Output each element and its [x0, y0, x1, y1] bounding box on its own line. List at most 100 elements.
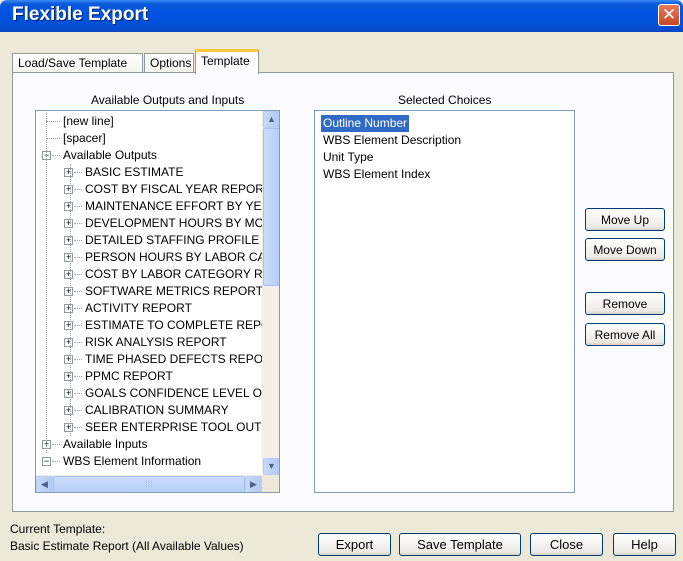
tree-connector — [74, 359, 82, 360]
tree-vertical-scrollbar[interactable]: ▲ ▼ — [262, 111, 279, 475]
tree-item-label: BASIC ESTIMATE — [85, 165, 184, 179]
tree-connector — [74, 376, 82, 377]
window-title: Flexible Export — [12, 4, 149, 25]
tree-connector — [46, 138, 60, 139]
list-item[interactable]: WBS Element Description — [321, 132, 463, 149]
list-item[interactable]: WBS Element Index — [321, 166, 432, 183]
expand-icon[interactable]: + — [64, 355, 73, 364]
available-heading: Available Outputs and Inputs — [91, 93, 245, 107]
save-template-button[interactable]: Save Template — [399, 533, 521, 556]
export-button[interactable]: Export — [318, 533, 391, 556]
help-button[interactable]: Help — [613, 533, 676, 556]
scroll-left-icon[interactable]: ◀ — [36, 476, 53, 492]
tree-connector — [52, 461, 60, 462]
tree-connector — [74, 223, 82, 224]
tree-item-label: DEVELOPMENT HOURS BY MONT — [85, 216, 280, 230]
tab-options[interactable]: Options — [144, 53, 194, 73]
tree-row[interactable]: − WBS Element Information — [36, 453, 262, 470]
tree-row[interactable]: + Available Inputs — [36, 436, 262, 453]
scroll-right-icon[interactable]: ▶ — [245, 476, 262, 492]
tree-connector — [74, 342, 82, 343]
scroll-down-icon[interactable]: ▼ — [263, 458, 279, 475]
tree-connector — [74, 189, 82, 190]
remove-button[interactable]: Remove — [585, 292, 665, 315]
expand-icon[interactable]: + — [64, 338, 73, 347]
tab-template[interactable]: Template — [195, 49, 259, 74]
scrollbar-thumb[interactable] — [263, 128, 279, 286]
tree-connector — [74, 427, 82, 428]
tree-vertical-connector — [70, 164, 71, 436]
tree-item-label: COST BY FISCAL YEAR REPORT — [85, 182, 272, 196]
tree-item-label: DETAILED STAFFING PROFILE RE — [85, 233, 280, 247]
move-up-button[interactable]: Move Up — [585, 208, 665, 231]
tree-item-label: SEER ENTERPRISE TOOL OUTPUL — [85, 420, 280, 434]
list-item[interactable]: Unit Type — [321, 149, 375, 166]
tree-item-label: TIME PHASED DEFECTS REPO... — [85, 352, 274, 366]
tree-item-label: PPMC REPORT — [85, 369, 173, 383]
tree-item-label: COST BY LABOR CATEGORY REP — [85, 267, 279, 281]
expand-icon[interactable]: + — [64, 202, 73, 211]
tree-row[interactable]: [new line] — [36, 113, 262, 130]
tree-item-label: [spacer] — [63, 131, 106, 145]
tree-connector — [74, 172, 82, 173]
expand-icon[interactable]: + — [64, 236, 73, 245]
expand-icon[interactable]: + — [64, 304, 73, 313]
expand-icon[interactable]: + — [64, 389, 73, 398]
tree-item-label: ESTIMATE TO COMPLETE REPO... — [85, 318, 280, 332]
tree-item-label: WBS Element Information — [63, 454, 202, 468]
tree-connector — [74, 410, 82, 411]
current-template-label: Current Template: — [10, 522, 106, 536]
tree-item-label: CALIBRATION SUMMARY — [85, 403, 229, 417]
tree-item-label: MAINTENANCE EFFORT BY YEAR — [85, 199, 279, 213]
tree-item-label: Available Outputs — [63, 148, 157, 162]
expand-icon[interactable]: + — [64, 321, 73, 330]
tree-item-label: PERSON HOURS BY LABOR CATE — [85, 250, 280, 264]
horizontal-scrollbar-thumb[interactable]: ⁞⁞⁞ — [53, 476, 245, 492]
expand-icon[interactable]: + — [64, 287, 73, 296]
tree-connector — [74, 206, 82, 207]
tree-item-label: SOFTWARE METRICS REPORT — [85, 284, 264, 298]
collapse-icon[interactable]: − — [42, 457, 51, 466]
tree-item-label: Available Inputs — [63, 437, 148, 451]
selected-heading: Selected Choices — [398, 93, 492, 107]
expand-icon[interactable]: + — [64, 423, 73, 432]
tree-item-label: RISK ANALYSIS REPORT — [85, 335, 227, 349]
expand-icon[interactable]: + — [64, 372, 73, 381]
tab-load-save-template[interactable]: Load/Save Template — [12, 53, 143, 73]
tree-connector — [74, 257, 82, 258]
tree-connector — [74, 308, 82, 309]
expand-icon[interactable]: + — [64, 168, 73, 177]
tree-connector — [52, 155, 60, 156]
tree-item-label: [new line] — [63, 114, 114, 128]
tree-connector — [46, 121, 60, 122]
available-tree[interactable]: [new line] [spacer] − Available Outputs + BAS… — [35, 110, 280, 493]
tree-root-connector — [46, 113, 47, 453]
expand-icon[interactable]: + — [64, 270, 73, 279]
expand-icon[interactable]: + — [64, 185, 73, 194]
tree-connector — [74, 291, 82, 292]
expand-icon[interactable]: + — [64, 253, 73, 262]
expand-icon[interactable]: + — [64, 406, 73, 415]
scrollbar-corner — [262, 475, 279, 492]
tree-connector — [74, 274, 82, 275]
tree-horizontal-scrollbar[interactable]: ◀ ⁞⁞⁞ ▶ — [36, 475, 262, 492]
close-icon[interactable]: ✕ — [658, 4, 680, 26]
tree-row[interactable]: − Available Outputs — [36, 147, 262, 164]
tree-connector — [74, 240, 82, 241]
tree-row[interactable]: [spacer] — [36, 130, 262, 147]
tree-item-label: GOALS CONFIDENCE LEVEL OUTI — [85, 386, 280, 400]
tree-connector — [74, 325, 82, 326]
tree-connector — [74, 393, 82, 394]
move-down-button[interactable]: Move Down — [585, 238, 665, 261]
flexible-export-dialog: Flexible Export ✕ Load/Save Template Opt… — [0, 0, 683, 561]
current-template-value: Basic Estimate Report (All Available Val… — [10, 539, 244, 553]
selected-choices-list[interactable]: Outline Number WBS Element Description U… — [314, 110, 575, 493]
scroll-up-icon[interactable]: ▲ — [263, 111, 279, 128]
title-bar[interactable]: Flexible Export ✕ — [0, 0, 683, 32]
expand-icon[interactable]: + — [64, 219, 73, 228]
tree-connector — [52, 444, 60, 445]
template-tab-panel: Available Outputs and Inputs Selected Ch… — [12, 72, 674, 512]
remove-all-button[interactable]: Remove All — [585, 323, 665, 346]
close-button[interactable]: Close — [530, 533, 603, 556]
list-item[interactable]: Outline Number — [321, 115, 410, 132]
